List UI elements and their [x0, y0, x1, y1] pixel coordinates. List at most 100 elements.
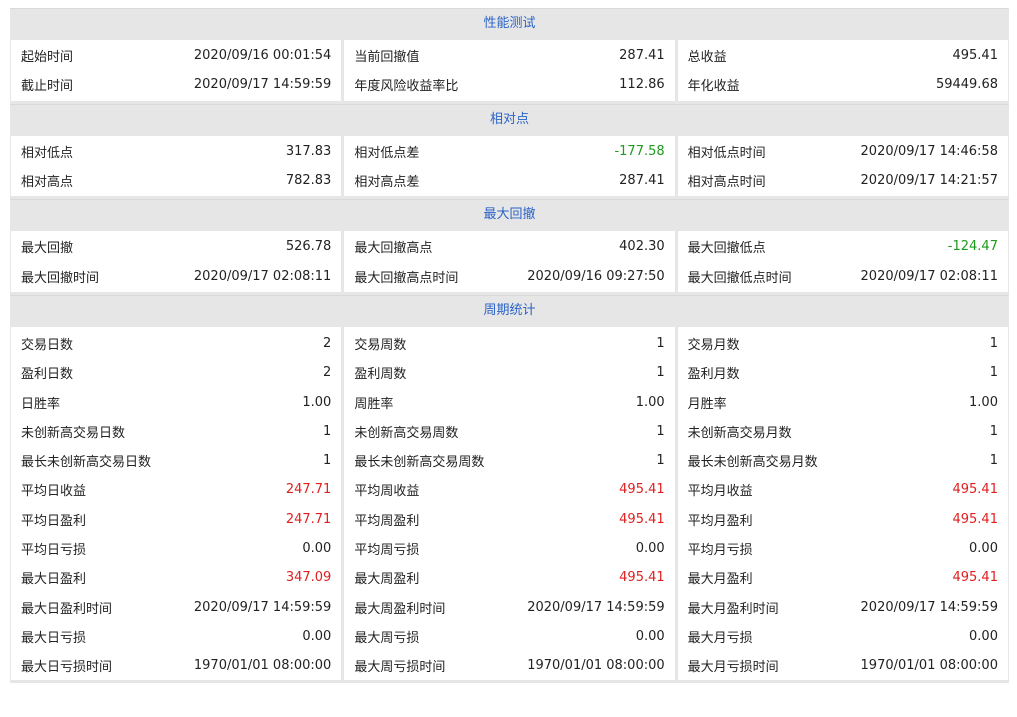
stat-label: 起始时间 — [21, 50, 74, 66]
stat-value: 2020/09/17 02:08:11 — [860, 268, 998, 284]
stat-value: 495.41 — [952, 570, 998, 586]
stat-label: 相对低点差 — [354, 145, 420, 161]
stat-value: 2 — [323, 335, 332, 351]
stat-label: 平均周收益 — [354, 484, 420, 500]
section-header-performance-test: 性能测试 — [10, 8, 1009, 39]
stat-label: 最大月亏损 — [687, 630, 753, 646]
stats-column: 相对低点 317.83 相对高点 782.83 — [11, 135, 342, 197]
stats-column: 交易日数 2 盈利日数 2 日胜率 1.00 未创新高交易日数 1 最长未创新高交易日数 1 平均日… — [11, 326, 342, 681]
stat-value: 1.00 — [635, 394, 665, 410]
stat-value: 317.83 — [285, 143, 332, 159]
stat-row: 交易周数 1 — [344, 329, 674, 358]
stat-label: 未创新高交易月数 — [687, 425, 792, 441]
stat-label: 平均日亏损 — [21, 543, 87, 558]
stat-value: 287.41 — [619, 173, 665, 189]
stat-row: 最大回撤时间 2020/09/17 02:08:11 — [11, 261, 341, 290]
stat-value: 1970/01/01 08:00:00 — [527, 658, 665, 674]
stat-row: 平均月收益 495.41 — [678, 475, 1008, 504]
stat-row: 平均月盈利 495.41 — [678, 505, 1008, 534]
stat-value: 1 — [989, 365, 998, 381]
stat-row: 最长未创新高交易周数 1 — [344, 446, 674, 475]
stat-value: -177.58 — [614, 143, 665, 159]
stat-value: 1 — [989, 423, 998, 439]
stat-label: 交易日数 — [21, 337, 74, 353]
stat-value: 1 — [656, 335, 665, 351]
stat-row: 相对高点时间 2020/09/17 14:21:57 — [678, 166, 1008, 195]
stat-value: 247.71 — [285, 511, 332, 527]
stat-label: 最大周亏损 — [354, 630, 420, 646]
stat-row: 最长未创新高交易日数 1 — [11, 446, 341, 475]
stat-label: 日胜率 — [21, 396, 61, 412]
stat-label: 盈利周数 — [354, 367, 407, 383]
stat-row: 最大周盈利时间 2020/09/17 14:59:59 — [344, 592, 674, 621]
stats-column: 交易月数 1 盈利月数 1 月胜率 1.00 未创新高交易月数 1 最长未创新高交易月数 1 平均月… — [677, 326, 1008, 681]
stat-row: 相对低点时间 2020/09/17 14:46:58 — [678, 137, 1008, 166]
stat-value: 287.41 — [619, 48, 665, 64]
stat-value: 1970/01/01 08:00:00 — [860, 658, 998, 674]
stat-row: 最大月亏损 0.00 — [678, 622, 1008, 651]
stat-row: 相对高点 782.83 — [11, 166, 341, 195]
stat-label: 最大月盈利时间 — [687, 601, 779, 617]
stat-row: 最大回撤低点 -124.47 — [678, 232, 1008, 261]
section-header-max-drawdown: 最大回撤 — [10, 199, 1009, 231]
stat-row: 最大月亏损时间 1970/01/01 08:00:00 — [678, 651, 1008, 680]
stat-row: 最大月盈利时间 2020/09/17 14:59:59 — [678, 592, 1008, 621]
stat-label: 周胜率 — [354, 396, 394, 412]
stat-value: 1 — [656, 423, 665, 439]
stat-label: 平均日盈利 — [21, 513, 87, 529]
stat-label: 未创新高交易周数 — [354, 425, 459, 441]
stat-label: 最大回撤低点时间 — [687, 270, 792, 286]
stat-value: 1 — [323, 453, 332, 469]
stat-label: 截止时间 — [21, 79, 74, 95]
stat-row: 盈利月数 1 — [678, 358, 1008, 387]
stat-value: 495.41 — [952, 511, 998, 527]
stat-value: 2020/09/16 00:01:54 — [193, 48, 332, 64]
stat-value: 1970/01/01 08:00:00 — [193, 658, 332, 674]
stat-value: 495.41 — [619, 511, 665, 527]
stat-label: 年度风险收益率比 — [354, 79, 459, 95]
stat-value: 495.41 — [952, 482, 998, 498]
stat-value: 2020/09/16 09:27:50 — [527, 268, 665, 284]
stat-row: 平均月亏损 0.00 — [678, 534, 1008, 563]
stat-label: 相对高点差 — [354, 175, 420, 191]
stat-label: 最大日盈利时间 — [21, 601, 113, 617]
stat-label: 当前回撤值 — [354, 50, 420, 66]
stat-row: 年化收益 59449.68 — [678, 70, 1008, 99]
stat-label: 总收益 — [687, 50, 727, 66]
stat-label: 平均月盈利 — [687, 513, 753, 529]
stat-value: 0.00 — [969, 628, 998, 644]
stat-row: 最大回撤高点时间 2020/09/16 09:27:50 — [344, 261, 674, 290]
stat-value: 0.00 — [969, 541, 998, 556]
stat-value: 2020/09/17 14:59:59 — [860, 599, 998, 615]
stat-row: 总收益 495.41 — [678, 41, 1008, 70]
stat-value: 1.00 — [969, 394, 998, 410]
stat-row: 最大周亏损时间 1970/01/01 08:00:00 — [344, 651, 674, 680]
stat-row: 盈利周数 1 — [344, 358, 674, 387]
stat-label: 最大回撤 — [21, 241, 74, 257]
stat-label: 最长未创新高交易日数 — [21, 455, 152, 471]
stat-row: 相对低点差 -177.58 — [344, 137, 674, 166]
stat-row: 相对低点 317.83 — [11, 137, 341, 166]
stat-label: 年化收益 — [687, 79, 740, 95]
stat-label: 相对低点 — [21, 145, 74, 161]
stat-label: 相对低点时间 — [687, 145, 766, 161]
stat-value: 347.09 — [285, 570, 332, 586]
stat-value: -124.47 — [947, 239, 998, 255]
stat-value: 0.00 — [635, 541, 665, 556]
stat-label: 最长未创新高交易周数 — [354, 455, 485, 471]
stat-row: 最大回撤低点时间 2020/09/17 02:08:11 — [678, 261, 1008, 290]
stat-value: 0.00 — [302, 541, 332, 556]
stat-label: 盈利日数 — [21, 367, 74, 383]
stat-row: 平均日亏损 0.00 — [11, 534, 341, 563]
stat-value: 0.00 — [302, 628, 332, 644]
stat-row: 最长未创新高交易月数 1 — [678, 446, 1008, 475]
stat-value: 2020/09/17 14:59:59 — [527, 599, 665, 615]
stat-row: 最大日亏损 0.00 — [11, 622, 341, 651]
stat-value: 1.00 — [302, 394, 332, 410]
stat-label: 平均月亏损 — [687, 543, 753, 558]
performance-report: 性能测试起始时间 2020/09/16 00:01:54 截止时间 2020/09/1… — [10, 8, 1009, 684]
stat-row: 最大日盈利时间 2020/09/17 14:59:59 — [11, 592, 341, 621]
stat-row: 平均周盈利 495.41 — [344, 505, 674, 534]
stat-label: 盈利月数 — [687, 367, 740, 383]
stat-label: 平均周盈利 — [354, 513, 420, 529]
